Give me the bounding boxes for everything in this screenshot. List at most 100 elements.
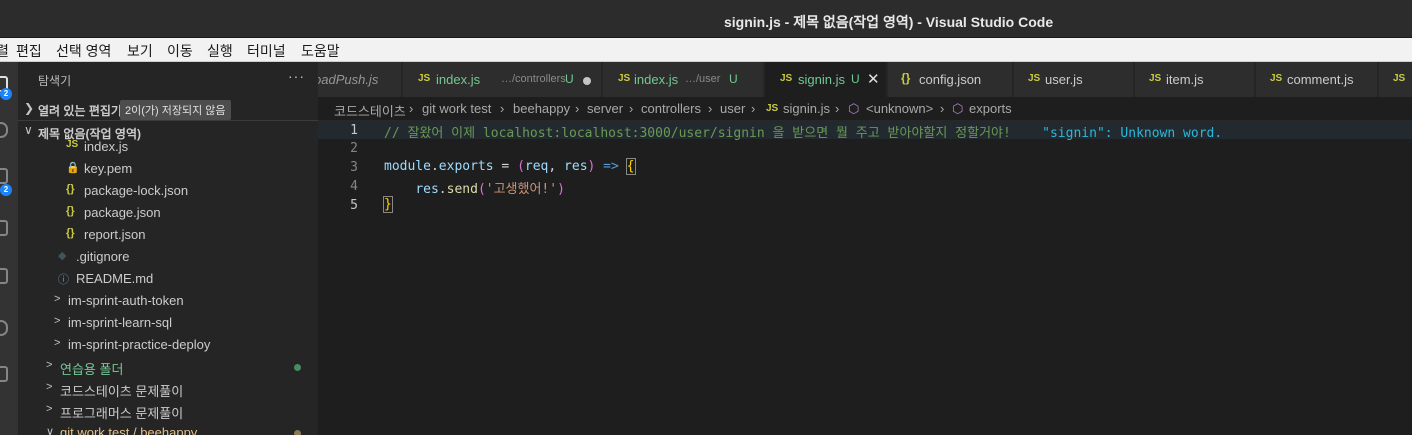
chevron-right-icon: › <box>835 101 840 116</box>
tab-comment-js[interactable]: JS comment.js <box>1256 62 1378 97</box>
token: , <box>548 159 565 174</box>
unsaved-badge: 2이(가) 저장되지 않음 <box>120 100 231 120</box>
chevron-right-icon: > <box>46 359 53 371</box>
js-file-icon: JS <box>418 73 431 84</box>
explorer-badge: 2 <box>0 88 12 100</box>
tab-path: …/controllers <box>501 73 566 85</box>
tree-item-readme[interactable]: ⓘ README.md <box>18 268 318 290</box>
breadcrumb-item[interactable]: 코드스테이츠 <box>334 101 406 120</box>
tree-item-report-json[interactable]: {} report.json <box>18 224 318 246</box>
tree-folder-programmers[interactable]: > 프로그래머스 문제풀이 <box>18 400 318 422</box>
tab-path: …/user <box>685 73 721 85</box>
tab-loadpush-js[interactable]: oadPush.js <box>318 62 402 97</box>
tree-folder-practice[interactable]: > 연습용 폴더 <box>18 356 318 378</box>
menu-edit[interactable]: 편집 <box>16 41 42 61</box>
token: exports <box>438 159 494 174</box>
line-number: 5 <box>350 198 358 213</box>
tab-label: signin.js <box>798 72 845 87</box>
tree-item-label: im-sprint-auth-token <box>68 293 184 308</box>
tree-item-label: 프로그래머스 문제풀이 <box>60 406 184 421</box>
search-icon[interactable] <box>0 120 18 142</box>
chevron-right-icon: › <box>751 101 756 116</box>
menu-selection[interactable]: 선택 영역 <box>56 41 111 61</box>
tree-folder-learn-sql[interactable]: > im-sprint-learn-sql <box>18 312 318 334</box>
breadcrumb-item[interactable]: signin.js <box>783 101 830 116</box>
breadcrumb-item[interactable]: git work test <box>422 101 491 116</box>
breadcrumb: 코드스테이츠 › git work test › beehappy › serv… <box>318 97 1412 120</box>
tab-config-json[interactable]: {} config.json <box>888 62 1013 97</box>
tree-item-label: 코드스테이츠 문제풀이 <box>60 384 184 399</box>
chevron-right-icon: › <box>940 101 945 116</box>
code-line: 1 // 잘왔어 이제 localhost:localhost:3000/use… <box>318 120 1412 141</box>
token: ) <box>557 182 565 197</box>
menu-help[interactable]: 도움말 <box>301 41 340 61</box>
tab-index-js-controllers[interactable]: JS index.js …/controllers U <box>403 62 602 97</box>
explorer-sidebar: 탐색기 ··· ❯ 열려 있는 편집기 2이(가) 저장되지 않음 ∨ 제목 없… <box>18 62 318 435</box>
breadcrumb-item[interactable]: user <box>720 101 745 116</box>
tree-item-label: .gitignore <box>76 249 130 264</box>
js-file-icon: JS <box>1393 73 1406 84</box>
tree-item-label: im-sprint-learn-sql <box>68 315 173 330</box>
tab-label: config.json <box>919 72 982 87</box>
tree-item-key-pem[interactable]: 🔒 key.pem <box>18 158 318 180</box>
activity-bar: 2 2 <box>0 62 18 435</box>
tree-item-label: git work test / beehappy <box>60 425 198 435</box>
code-editor[interactable]: 1 // 잘왔어 이제 localhost:localhost:3000/use… <box>318 120 1412 435</box>
line-number: 2 <box>350 141 358 156</box>
testing-icon[interactable] <box>0 364 18 386</box>
info-icon: ⓘ <box>58 274 69 286</box>
js-file-icon: JS <box>66 139 79 150</box>
open-editors-section[interactable]: ❯ 열려 있는 편집기 2이(가) 저장되지 않음 <box>18 98 318 120</box>
chevron-down-icon: ∨ <box>24 123 33 137</box>
token: req <box>524 159 549 174</box>
run-debug-icon[interactable] <box>0 218 18 240</box>
tab-label: index.js <box>436 72 481 87</box>
open-editors-label: 열려 있는 편집기 <box>38 104 122 118</box>
tree-folder-auth-token[interactable]: > im-sprint-auth-token <box>18 290 318 312</box>
line-number: 1 <box>350 123 358 138</box>
window-title: signin.js - 제목 없음(작업 영역) - Visual Studio… <box>724 14 1054 30</box>
tab-user-js[interactable]: JS user.js <box>1014 62 1134 97</box>
breadcrumb-item[interactable]: exports <box>969 101 1012 116</box>
remote-icon[interactable] <box>0 318 18 340</box>
tree-item-index-js[interactable]: JS index.js <box>18 136 318 158</box>
menu-run[interactable]: 실행 <box>207 41 233 61</box>
menu-file[interactable]: 렬 <box>0 41 9 61</box>
token: => <box>595 159 627 174</box>
tree-item-package-json[interactable]: {} package.json <box>18 202 318 224</box>
tree-item-package-lock-json[interactable]: {} package-lock.json <box>18 180 318 202</box>
tab-overflow[interactable]: JS <box>1379 62 1412 97</box>
source-control-badge: 2 <box>0 184 12 196</box>
menu-view[interactable]: 보기 <box>127 41 153 61</box>
token: send <box>446 182 478 197</box>
json-file-icon: {} <box>66 227 75 239</box>
breadcrumb-item[interactable]: beehappy <box>513 101 570 116</box>
tab-index-js-user[interactable]: JS index.js …/user U <box>603 62 764 97</box>
breadcrumb-item[interactable]: controllers <box>641 101 701 116</box>
token: = <box>493 159 518 174</box>
chevron-right-icon: > <box>54 337 61 349</box>
tree-item-gitignore[interactable]: ◆ .gitignore <box>18 246 318 268</box>
git-icon: ◆ <box>58 250 67 262</box>
line-number: 3 <box>350 160 358 175</box>
tab-signin-js[interactable]: JS signin.js U ✕ <box>765 62 887 97</box>
menu-terminal[interactable]: 터미널 <box>247 41 286 61</box>
tab-item-js[interactable]: JS item.js <box>1135 62 1255 97</box>
breadcrumb-item[interactable]: server <box>587 101 623 116</box>
unsaved-dot-icon[interactable] <box>583 77 591 85</box>
extensions-icon[interactable] <box>0 266 18 288</box>
close-icon[interactable]: ✕ <box>867 70 880 88</box>
editor-tabs: oadPush.js JS index.js …/controllers U J… <box>318 62 1412 97</box>
tree-folder-beehappy[interactable]: ∨ git work test / beehappy <box>18 422 318 435</box>
js-file-icon: JS <box>766 103 779 114</box>
code-line: 3 module.exports = (req, res) => { <box>318 158 1412 177</box>
more-actions-icon[interactable]: ··· <box>288 68 305 84</box>
token: } <box>383 196 393 213</box>
menu-go[interactable]: 이동 <box>167 41 193 61</box>
breadcrumb-item[interactable]: <unknown> <box>866 101 933 116</box>
tree-folder-codestates[interactable]: > 코드스테이츠 문제풀이 <box>18 378 318 400</box>
modified-dot <box>294 430 301 435</box>
tree-folder-practice-deploy[interactable]: > im-sprint-practice-deploy <box>18 334 318 356</box>
chevron-right-icon: › <box>708 101 713 116</box>
